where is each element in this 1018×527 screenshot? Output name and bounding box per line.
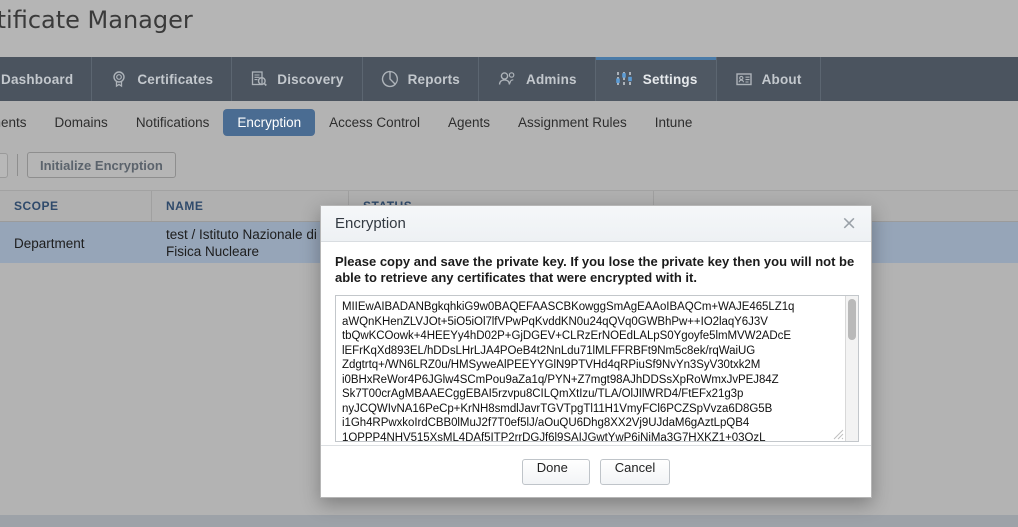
subnav-item-notifications[interactable]: Notifications [122,109,224,136]
subnav-item-intune[interactable]: Intune [641,109,707,136]
pie-chart-icon [381,70,399,88]
textarea-scrollbar[interactable] [845,296,858,441]
subnav-item-agents[interactable]: Agents [434,109,504,136]
nav-tab-label: Admins [526,71,577,87]
subnav-item-assignment-rules[interactable]: Assignment Rules [504,109,641,136]
modal-title: Encryption [335,215,406,232]
toolbar-separator [17,154,18,176]
nav-tab-about[interactable]: About [717,57,821,101]
private-key-text: MIIEwAIBADANBgkqhkiG9w0BAQEFAASCBKowggSm… [342,301,795,442]
certificate-seal-icon [110,70,128,88]
subnav-item-domains[interactable]: Domains [41,109,122,136]
content-toolbar: Initialize Encryption [0,143,1018,187]
nav-tab-settings[interactable]: Settings [595,57,717,101]
users-icon [497,70,517,88]
nav-tab-label: Settings [642,71,698,87]
cancel-button[interactable]: Cancel [599,458,671,485]
scrollbar-thumb[interactable] [848,299,856,340]
page-title: ertificate Manager [0,6,193,34]
modal-body: Please copy and save the private key. If… [321,242,871,442]
nav-tab-label: Certificates [137,71,214,87]
subnav-item-access-control[interactable]: Access Control [315,109,434,136]
toolbar-partial-button[interactable] [0,152,8,178]
main-navigation: Dashboard Certificates Discovery Reports [0,57,1018,101]
nav-tab-label: Reports [407,71,461,87]
encryption-modal: Encryption × Please copy and save the pr… [320,205,872,498]
nav-tab-label: Discovery [277,71,344,87]
nav-tab-reports[interactable]: Reports [363,57,480,101]
nav-filler [821,57,1018,101]
application-window: ertificate Manager Dashboard Certificate… [0,0,1018,527]
column-header-scope[interactable]: SCOPE [0,191,152,221]
sliders-icon [614,70,634,88]
resize-grip-icon[interactable] [833,429,844,440]
nav-tab-label: Dashboard [1,71,74,87]
nav-tab-label: About [761,71,802,87]
id-card-icon [735,70,753,88]
subnav-item-encryption[interactable]: Encryption [223,108,316,136]
cell-scope: Department [14,235,85,251]
nav-tab-certificates[interactable]: Certificates [92,57,233,101]
modal-header: Encryption × [321,206,871,242]
initialize-encryption-button[interactable]: Initialize Encryption [27,152,176,178]
document-search-icon [250,70,268,88]
nav-tab-admins[interactable]: Admins [479,57,596,101]
private-key-textarea[interactable]: MIIEwAIBADANBgkqhkiG9w0BAQEFAASCBKowggSm… [335,295,859,442]
done-button[interactable]: Done [521,458,590,485]
modal-footer: Done Cancel [321,445,871,497]
sub-navigation: artments Domains Notifications Encryptio… [0,101,1018,143]
nav-tab-discovery[interactable]: Discovery [232,57,363,101]
title-bar: ertificate Manager [0,0,1018,57]
close-icon[interactable]: × [841,214,857,233]
footer-strip [0,515,1018,527]
modal-message: Please copy and save the private key. If… [335,254,855,285]
subnav-item-departments[interactable]: artments [0,109,41,136]
nav-tab-dashboard[interactable]: Dashboard [0,57,93,101]
